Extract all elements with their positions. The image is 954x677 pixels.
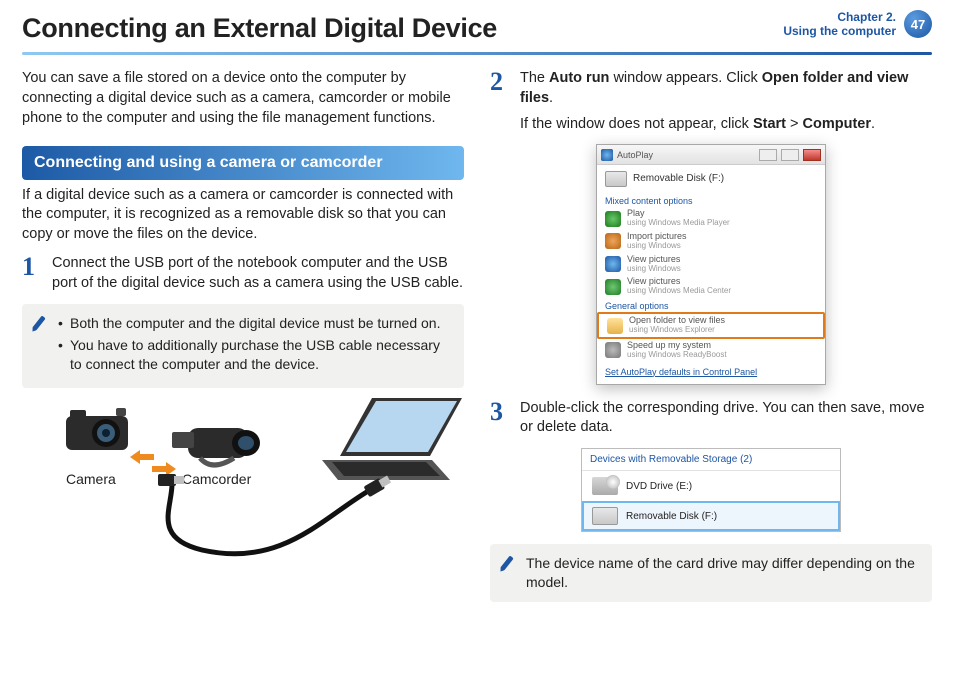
- note-text: The device name of the card drive may di…: [526, 555, 915, 590]
- note-icon: [30, 314, 50, 334]
- autoplay-drive-header: Removable Disk (F:): [597, 165, 825, 193]
- autoplay-icon: [601, 149, 613, 161]
- note-item: You have to additionally purchase the US…: [58, 336, 452, 374]
- text: .: [871, 116, 875, 132]
- page-title: Connecting an External Digital Device: [22, 10, 497, 46]
- autoplay-defaults-link[interactable]: Set AutoPlay defaults in Control Panel: [597, 362, 825, 384]
- note-item: Both the computer and the digital device…: [58, 314, 452, 333]
- text: window appears. Click: [609, 70, 761, 86]
- drive-label: DVD Drive (E:): [626, 480, 692, 494]
- step-2: 2 The Auto run window appears. Click Ope…: [490, 69, 932, 134]
- removable-disk-icon: [592, 507, 618, 525]
- drive-row-dvd[interactable]: DVD Drive (E:): [582, 471, 840, 501]
- option-subtitle: using Windows ReadyBoost: [627, 351, 727, 360]
- view-icon: [605, 256, 621, 272]
- media-center-icon: [605, 279, 621, 295]
- step-body: Double-click the corresponding drive. Yo…: [520, 399, 932, 438]
- readyboost-icon: [605, 342, 621, 358]
- step-number: 2: [490, 69, 510, 134]
- removable-storage-panel: Devices with Removable Storage (2) DVD D…: [581, 448, 841, 533]
- option-subtitle: using Windows Media Center: [627, 287, 731, 296]
- window-titlebar: AutoPlay: [597, 145, 825, 165]
- close-button[interactable]: [803, 149, 821, 161]
- minimize-button[interactable]: [759, 149, 777, 161]
- step-body: The Auto run window appears. Click Open …: [520, 69, 932, 134]
- option-subtitle: using Windows: [627, 265, 681, 274]
- page-header: Connecting an External Digital Device Ch…: [0, 0, 954, 50]
- connection-illustration: Camera Camcorder: [22, 398, 464, 568]
- maximize-button[interactable]: [781, 149, 799, 161]
- chapter-number: Chapter 2.: [783, 10, 896, 24]
- step-1: 1 Connect the USB port of the notebook c…: [22, 254, 464, 293]
- autoplay-option-open-folder[interactable]: Open folder to view filesusing Windows E…: [597, 312, 825, 339]
- step-3: 3 Double-click the corresponding drive. …: [490, 399, 932, 438]
- bold-text: Auto run: [549, 70, 609, 86]
- group-label: Mixed content options: [597, 193, 825, 207]
- group-label: General options: [597, 298, 825, 312]
- step-number: 1: [22, 254, 42, 293]
- folder-icon: [607, 318, 623, 334]
- usb-cable-icon: [22, 398, 462, 568]
- autoplay-option-view-mc[interactable]: View picturesusing Windows Media Center: [597, 275, 825, 298]
- step-body: Connect the USB port of the notebook com…: [52, 254, 464, 293]
- chapter-info: Chapter 2. Using the computer 47: [783, 10, 932, 39]
- option-subtitle: using Windows Explorer: [629, 326, 725, 335]
- note-icon: [498, 554, 518, 574]
- text: The: [520, 70, 549, 86]
- window-title: AutoPlay: [617, 149, 653, 161]
- section-intro: If a digital device such as a camera or …: [22, 186, 464, 245]
- removable-disk-icon: [605, 171, 627, 187]
- bold-text: Computer: [803, 116, 871, 132]
- right-column: 2 The Auto run window appears. Click Ope…: [490, 69, 932, 602]
- section-heading: Connecting and using a camera or camcord…: [22, 146, 464, 180]
- option-subtitle: using Windows Media Player: [627, 219, 730, 228]
- drive-row-removable[interactable]: Removable Disk (F:): [582, 501, 840, 531]
- option-subtitle: using Windows: [627, 242, 687, 251]
- left-column: You can save a file stored on a device o…: [22, 69, 464, 602]
- autoplay-window: AutoPlay Removable Disk (F:) Mixed conte…: [596, 144, 826, 385]
- step-number: 3: [490, 399, 510, 438]
- autoplay-option-speedup[interactable]: Speed up my systemusing Windows ReadyBoo…: [597, 339, 825, 362]
- intro-text: You can save a file stored on a device o…: [22, 69, 464, 128]
- autoplay-option-import[interactable]: Import picturesusing Windows: [597, 230, 825, 253]
- text: >: [786, 116, 803, 132]
- note-box: The device name of the card drive may di…: [490, 544, 932, 602]
- drive-label: Removable Disk (F:): [626, 510, 717, 524]
- text: If the window does not appear, click: [520, 116, 753, 132]
- autoplay-option-play[interactable]: Playusing Windows Media Player: [597, 207, 825, 230]
- chapter-subtitle: Using the computer: [783, 24, 896, 38]
- page-number-badge: 47: [904, 10, 932, 38]
- storage-header: Devices with Removable Storage (2): [582, 449, 840, 472]
- bold-text: Start: [753, 116, 786, 132]
- drive-label: Removable Disk (F:): [633, 172, 724, 186]
- text: .: [549, 90, 553, 106]
- note-box: Both the computer and the digital device…: [22, 304, 464, 389]
- play-icon: [605, 211, 621, 227]
- import-icon: [605, 233, 621, 249]
- autoplay-option-view[interactable]: View picturesusing Windows: [597, 253, 825, 276]
- dvd-drive-icon: [592, 477, 618, 495]
